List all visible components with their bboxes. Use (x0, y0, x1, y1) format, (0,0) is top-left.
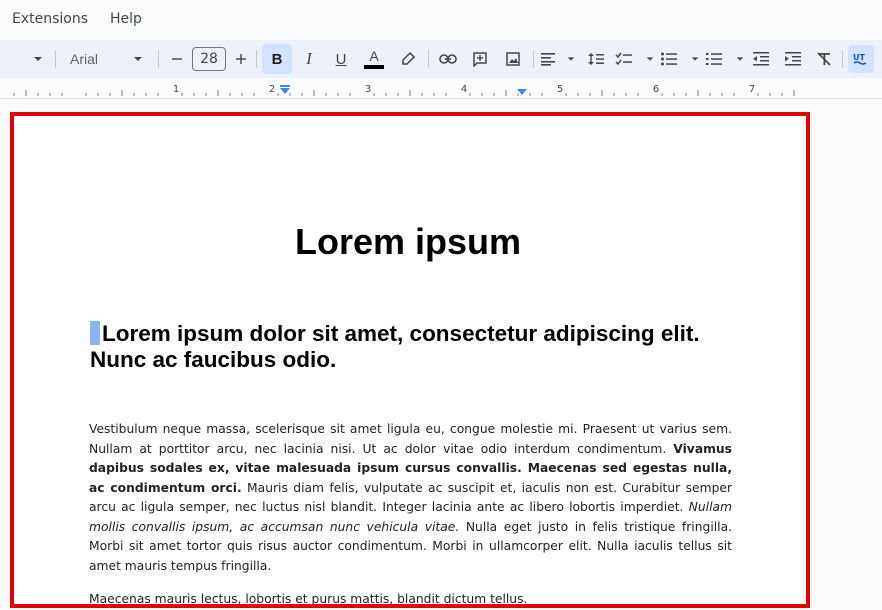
insert-comment-button[interactable] (467, 45, 493, 73)
numbered-list-icon (706, 53, 722, 65)
font-size-input[interactable]: 28 (192, 47, 226, 71)
line-spacing-icon (588, 53, 604, 65)
clear-formatting-button[interactable] (811, 45, 837, 73)
checklist-dropdown[interactable] (615, 45, 655, 73)
text-color-swatch (364, 65, 384, 69)
document-heading[interactable]: Lorem ipsum dolor sit amet, consectetur … (90, 321, 730, 373)
bold-icon: B (271, 50, 283, 68)
ruler-number: 3 (365, 84, 371, 95)
insert-image-button[interactable] (500, 45, 526, 73)
chevron-down-icon (736, 57, 744, 61)
numbered-list-dropdown[interactable] (705, 45, 745, 73)
image-icon (506, 52, 520, 66)
decrease-indent-button[interactable] (748, 45, 774, 73)
styles-dropdown-chevron-icon[interactable] (26, 45, 50, 73)
spellcheck-icon: UT (853, 53, 867, 65)
text-color-icon: A (369, 48, 379, 64)
clear-formatting-icon (817, 52, 831, 66)
ruler-number: 1 (173, 84, 179, 95)
document-canvas: Lorem ipsum Lorem ipsum dolor sit amet, … (0, 99, 882, 606)
plus-icon (236, 54, 246, 64)
chevron-down-icon (691, 57, 699, 61)
spelling-check-button[interactable]: UT (848, 45, 874, 73)
ruler-number: 6 (653, 84, 659, 95)
italic-icon: I (306, 49, 312, 68)
horizontal-ruler[interactable]: 1 2 3 4 5 6 7 (0, 80, 882, 99)
increase-indent-icon (785, 52, 801, 66)
svg-text:UT: UT (853, 53, 865, 62)
underline-icon: U (335, 50, 347, 68)
chevron-down-icon (646, 57, 654, 61)
document-title[interactable]: Lorem ipsum (14, 221, 802, 263)
bold-button[interactable]: B (262, 44, 292, 74)
ruler-number: 4 (461, 84, 467, 95)
add-comment-icon (473, 52, 487, 67)
menu-bar: Extensions Help (0, 0, 882, 38)
chevron-down-icon (567, 57, 575, 61)
body-paragraph-1[interactable]: Vestibulum neque massa, scelerisque sit … (89, 420, 732, 576)
ruler-number: 5 (557, 84, 563, 95)
highlight-color-button[interactable] (395, 45, 421, 73)
bulleted-list-icon (661, 52, 677, 66)
first-line-indent-marker[interactable] (280, 85, 290, 87)
body-paragraph-2[interactable]: Maecenas mauris lectus, lobortis et puru… (89, 590, 732, 610)
font-family-dropdown[interactable]: Arial (62, 45, 152, 73)
decrease-font-size-button[interactable] (165, 45, 189, 73)
ruler-scale: 1 2 3 4 5 6 7 (13, 84, 795, 96)
chevron-down-icon (134, 57, 142, 61)
insert-link-button[interactable] (435, 45, 461, 73)
underline-button[interactable]: U (328, 45, 354, 73)
line-spacing-button[interactable] (583, 45, 609, 73)
align-left-icon (541, 53, 555, 66)
document-page[interactable]: Lorem ipsum Lorem ipsum dolor sit amet, … (14, 113, 802, 606)
font-family-label: Arial (70, 51, 99, 67)
align-dropdown[interactable] (540, 45, 576, 73)
heading-text: Lorem ipsum dolor sit amet, consectetur … (90, 321, 700, 372)
increase-font-size-button[interactable] (229, 45, 253, 73)
checklist-icon (615, 52, 632, 66)
minus-icon (172, 58, 182, 60)
text-color-button[interactable]: A (362, 45, 386, 73)
italic-button[interactable]: I (296, 45, 322, 73)
left-indent-marker[interactable] (280, 88, 290, 94)
link-icon (439, 54, 457, 64)
ruler-number: 7 (749, 84, 755, 95)
bulleted-list-dropdown[interactable] (660, 45, 700, 73)
formatting-toolbar: Arial 28 B I U A UT (0, 40, 882, 78)
menu-extensions[interactable]: Extensions (12, 11, 88, 27)
bookmark-icon (90, 321, 100, 345)
menu-help[interactable]: Help (110, 11, 142, 27)
ruler-number: 2 (269, 84, 275, 95)
increase-indent-button[interactable] (780, 45, 806, 73)
highlighter-pen-icon (402, 51, 416, 65)
decrease-indent-icon (753, 52, 769, 66)
paragraph-text: Vestibulum neque massa, scelerisque sit … (89, 422, 732, 456)
font-size-value: 28 (200, 51, 218, 67)
